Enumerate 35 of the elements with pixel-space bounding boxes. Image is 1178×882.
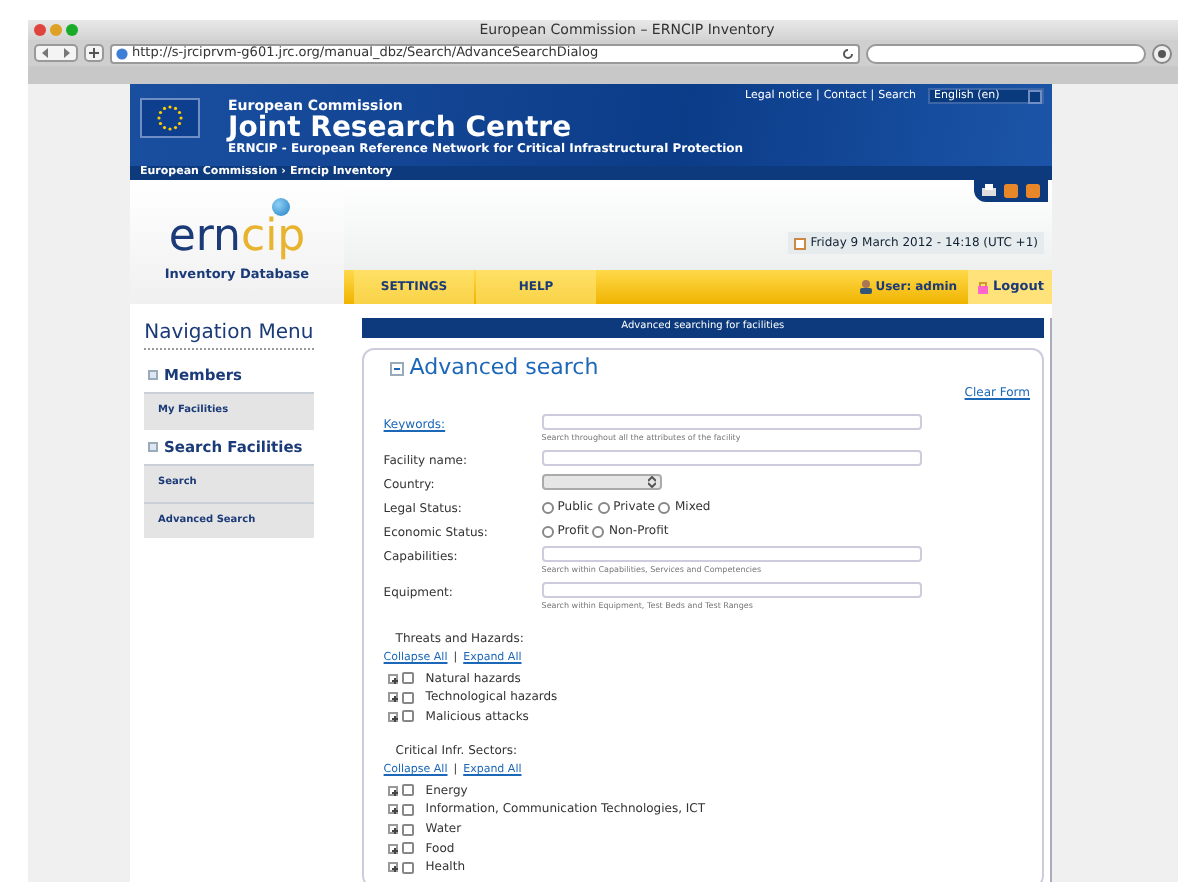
input-field[interactable] xyxy=(541,582,922,599)
country-select[interactable] xyxy=(541,474,662,491)
site-title: Joint Research Centre xyxy=(228,114,572,142)
checkbox[interactable] xyxy=(401,861,414,874)
lock-icon xyxy=(975,280,990,294)
search-field[interactable] xyxy=(866,43,1146,63)
sidebar-title: Navigation Menu xyxy=(144,318,314,350)
reload-icon[interactable] xyxy=(842,47,854,59)
erncip-logo: erncip xyxy=(168,198,306,267)
radio-button[interactable] xyxy=(541,501,554,514)
back-forward-icon[interactable] xyxy=(34,44,78,62)
close-button[interactable] xyxy=(34,24,46,36)
stepper-icon xyxy=(647,476,656,489)
zoom-button[interactable] xyxy=(66,24,78,36)
user-icon xyxy=(859,280,872,294)
radio-button[interactable] xyxy=(658,501,671,514)
checkbox[interactable] xyxy=(401,803,414,816)
checkbox[interactable] xyxy=(401,842,414,855)
checkbox[interactable] xyxy=(401,672,414,685)
input-field[interactable] xyxy=(541,450,922,467)
radio-button[interactable] xyxy=(597,501,610,514)
eu-flag-icon xyxy=(140,98,200,138)
checkbox[interactable] xyxy=(401,823,414,836)
radio-button[interactable] xyxy=(592,525,605,538)
checkbox[interactable] xyxy=(401,784,414,797)
input-field[interactable] xyxy=(541,546,922,563)
minimize-button[interactable] xyxy=(50,24,62,36)
input-field[interactable] xyxy=(541,414,922,431)
radio-button[interactable] xyxy=(541,525,554,538)
checkbox[interactable] xyxy=(401,691,414,704)
collapse-icon[interactable] xyxy=(389,361,404,375)
checkbox[interactable] xyxy=(401,710,414,723)
dropdown-icon[interactable] xyxy=(1028,89,1042,104)
plus-icon[interactable] xyxy=(84,44,104,62)
print-icon[interactable] xyxy=(982,184,996,198)
